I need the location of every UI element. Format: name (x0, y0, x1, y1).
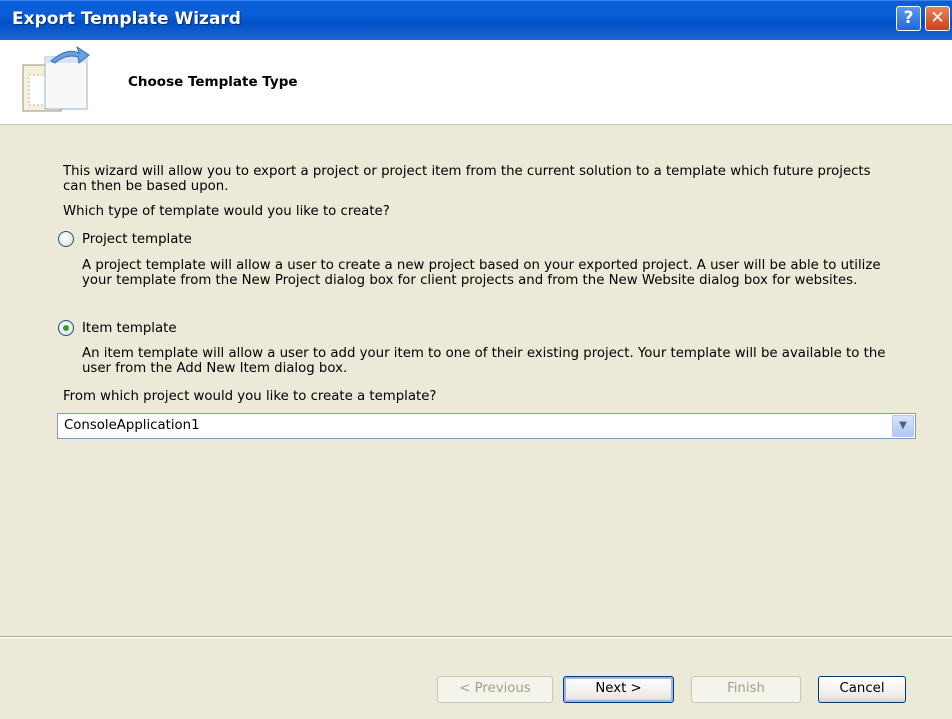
project-select-value: ConsoleApplication1 (64, 418, 200, 433)
finish-button[interactable]: Finish (691, 676, 801, 703)
cancel-button[interactable]: Cancel (818, 676, 906, 703)
project-select[interactable]: ConsoleApplication1 ▼ (57, 413, 916, 439)
export-template-icon (22, 45, 90, 112)
close-icon[interactable]: ✕ (925, 6, 950, 31)
chevron-down-icon[interactable]: ▼ (892, 415, 914, 437)
template-type-question: Which type of template would you like to… (63, 204, 390, 219)
item-template-radio[interactable] (58, 320, 74, 336)
item-template-description: An item template will allow a user to ad… (82, 346, 886, 376)
intro-text: This wizard will allow you to export a p… (63, 164, 871, 194)
project-template-label: Project template (82, 231, 192, 247)
window-title: Export Template Wizard (12, 9, 241, 29)
project-template-description: A project template will allow a user to … (82, 258, 881, 288)
title-bar: Export Template Wizard ? ✕ (0, 0, 952, 40)
wizard-header: Choose Template Type (0, 40, 952, 125)
project-template-option[interactable]: Project template (58, 231, 192, 247)
project-question: From which project would you like to cre… (63, 389, 437, 404)
next-button[interactable]: Next > (563, 676, 674, 703)
help-icon[interactable]: ? (896, 6, 921, 31)
project-template-radio[interactable] (58, 231, 74, 247)
previous-button[interactable]: < Previous (437, 676, 553, 703)
footer-divider (0, 636, 952, 638)
page-title: Choose Template Type (128, 74, 298, 90)
item-template-label: Item template (82, 320, 177, 336)
item-template-option[interactable]: Item template (58, 320, 177, 336)
